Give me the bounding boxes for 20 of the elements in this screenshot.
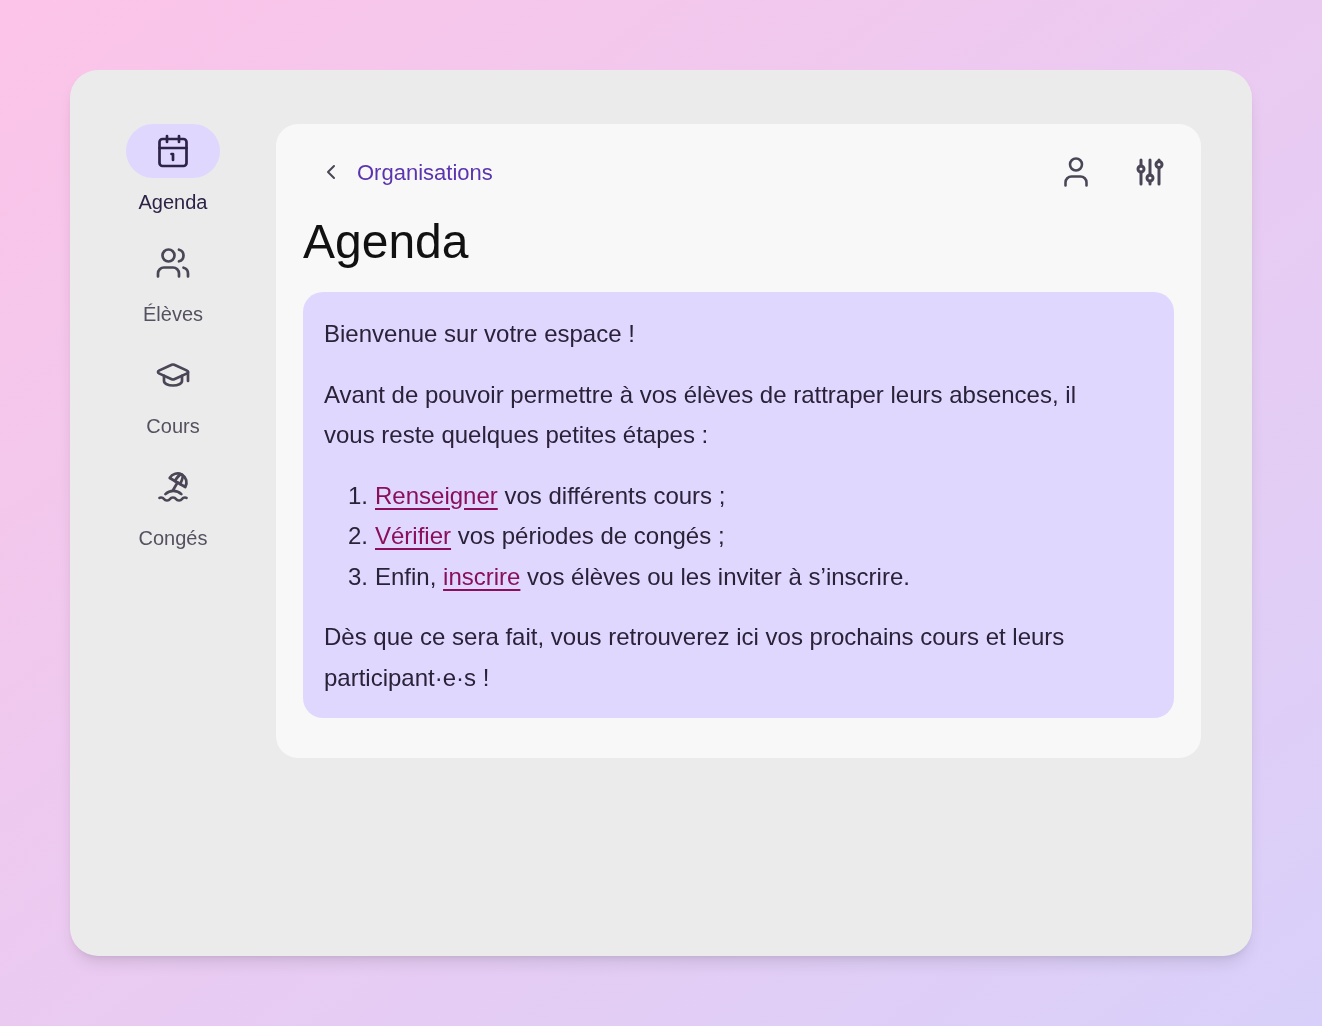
- step-number: 3.: [348, 561, 368, 592]
- step-link[interactable]: Renseigner: [375, 481, 498, 509]
- closing-text: Dès que ce sera fait, vous retrouverez ici vos prochains cours et leurs participant·e·s !: [324, 622, 1066, 693]
- nav-item[interactable]: Élèves: [126, 236, 220, 326]
- intro-text: Avant de pouvoir permettre à vos élèves de rattraper leurs absences, il vous reste quelques petites étapes :: [324, 379, 1077, 450]
- step-text: Enfin, inscrire vos élèves ou les inviter à s’inscrire.: [375, 561, 910, 592]
- nav-item[interactable]: Congés: [126, 460, 220, 550]
- step-number: 2.: [348, 521, 368, 551]
- page-title: Agenda: [303, 214, 470, 270]
- welcome-text: Bienvenue sur votre espace !: [324, 319, 636, 349]
- step-link[interactable]: Vérifier: [375, 522, 452, 549]
- users-icon: [155, 245, 191, 281]
- step-link[interactable]: inscrire: [443, 562, 521, 590]
- back-link[interactable]: Organisations: [319, 155, 493, 189]
- step-text: Vérifier vos périodes de congés ;: [375, 521, 725, 551]
- step-text: Renseigner vos différents cours ;: [375, 480, 726, 511]
- nav-item[interactable]: Cours: [126, 348, 220, 438]
- step-number: 1.: [348, 480, 368, 511]
- beach-umbrella-icon: [155, 469, 191, 505]
- calendar-icon: [155, 133, 191, 169]
